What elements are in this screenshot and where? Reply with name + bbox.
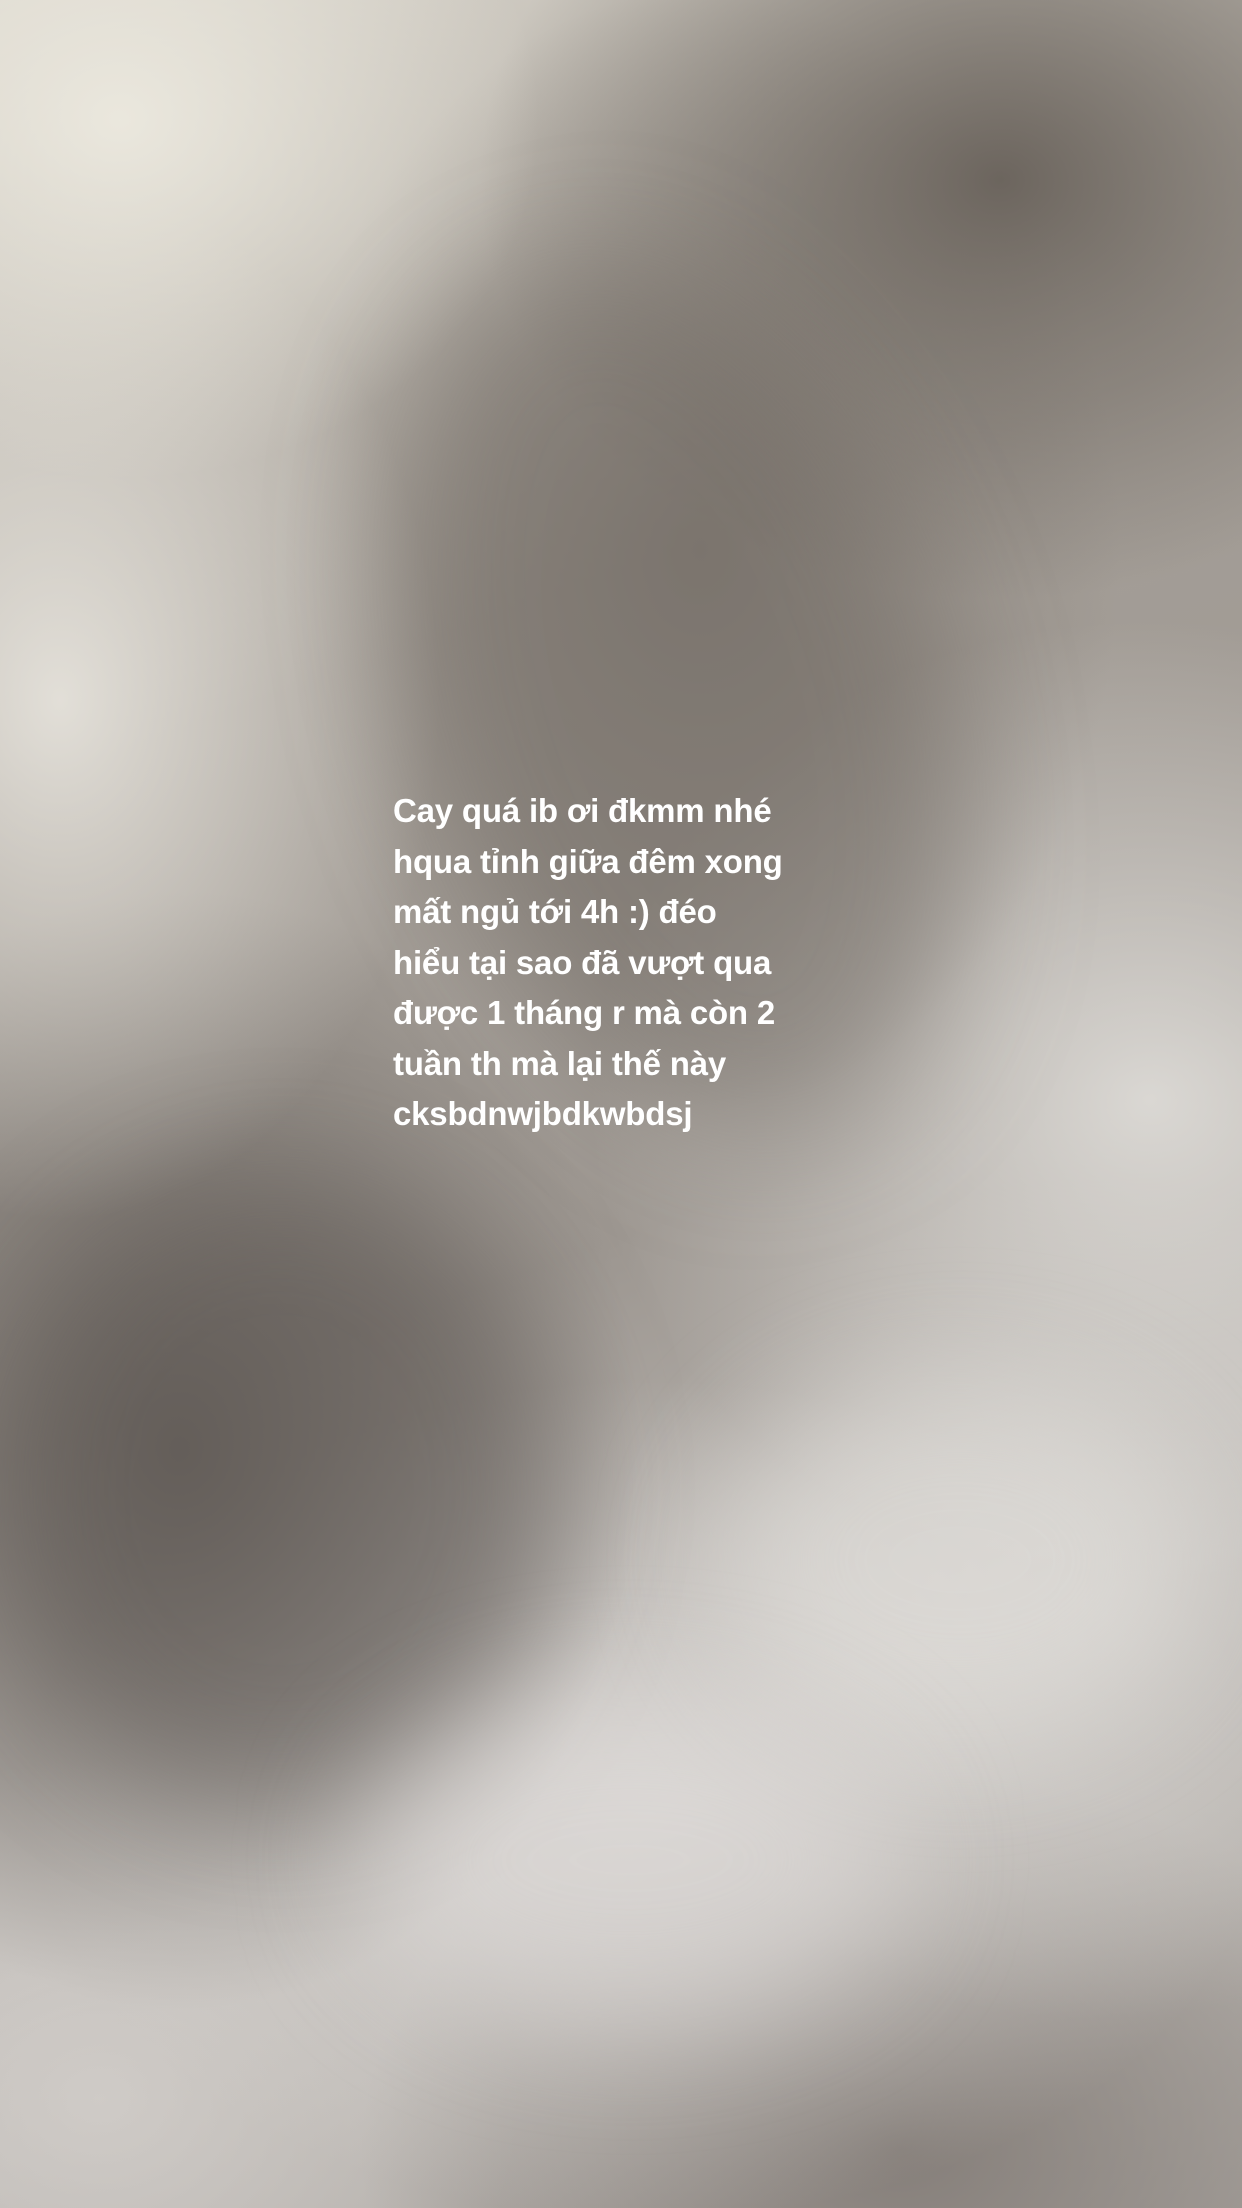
story-text-line: được 1 tháng r mà còn 2 xyxy=(393,994,776,1031)
background-shadow xyxy=(0,1180,560,1800)
story-text-line: tuần th mà lại thế này xyxy=(393,1044,726,1082)
story-text-line: Cay quá ib ơi đkmm nhé xyxy=(393,792,772,829)
background-highlight xyxy=(360,1700,900,2020)
story-text-line: hqua tỉnh giữa đêm xong xyxy=(393,842,783,880)
story-text-line: cksbdnwjbdkwbdsj xyxy=(393,1095,693,1132)
background-highlight xyxy=(720,1380,1200,1740)
story-text-caption: Cay quá ib ơi đkmm nhé hqua tỉnh giữa đê… xyxy=(393,786,863,1140)
story-text-line: hiểu tại sao đã vượt qua xyxy=(393,943,772,981)
story-text-line: mất ngủ tới 4h :) đéo xyxy=(393,893,717,930)
